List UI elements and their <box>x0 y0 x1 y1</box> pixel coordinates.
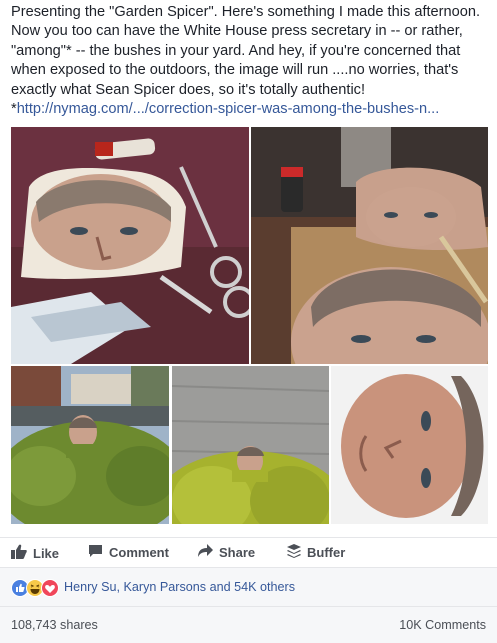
haha-reaction-icon <box>26 579 44 597</box>
photo-cutout-with-scissors[interactable] <box>11 127 249 364</box>
share-button[interactable]: Share <box>198 544 255 560</box>
buffer-label: Buffer <box>307 545 346 560</box>
comment-label: Comment <box>109 545 169 560</box>
love-reaction-icon <box>41 579 59 597</box>
like-label: Like <box>33 545 60 561</box>
comment-icon <box>88 544 103 561</box>
like-reaction-icon <box>11 579 29 597</box>
photo-rotated-face-closeup[interactable] <box>331 366 488 524</box>
buffer-button[interactable]: Buffer <box>287 544 345 561</box>
photo-spicer-in-bush-wall[interactable] <box>172 366 329 524</box>
like-button[interactable]: Like <box>11 544 59 562</box>
comment-button[interactable]: Comment <box>88 544 169 561</box>
buffer-stack-icon <box>287 544 301 561</box>
action-bar: Like Comment Share Buffer <box>0 537 497 568</box>
share-label: Share <box>219 544 256 560</box>
reactions-bar: Henry Su, Karyn Parsons and 54K others <box>0 567 497 607</box>
reaction-icons[interactable] <box>11 579 63 597</box>
comments-count[interactable]: 10K Comments <box>399 618 486 632</box>
article-link[interactable]: http://nymag.com/.../correction-spicer-w… <box>17 101 440 117</box>
shares-count[interactable]: 108,743 shares <box>11 618 98 632</box>
post-stats: 108,743 shares 10K Comments <box>0 606 497 643</box>
share-arrow-icon <box>198 544 213 560</box>
photo-cutout-on-stick[interactable] <box>251 127 488 364</box>
post-body: Presenting the "Garden Spicer". Here's s… <box>11 4 481 98</box>
post-text: Presenting the "Garden Spicer". Here's s… <box>11 3 489 119</box>
photo-spicer-in-hedge-street[interactable] <box>11 366 169 524</box>
reactions-summary[interactable]: Henry Su, Karyn Parsons and 54K others <box>64 580 295 594</box>
thumbs-up-icon <box>11 544 27 562</box>
